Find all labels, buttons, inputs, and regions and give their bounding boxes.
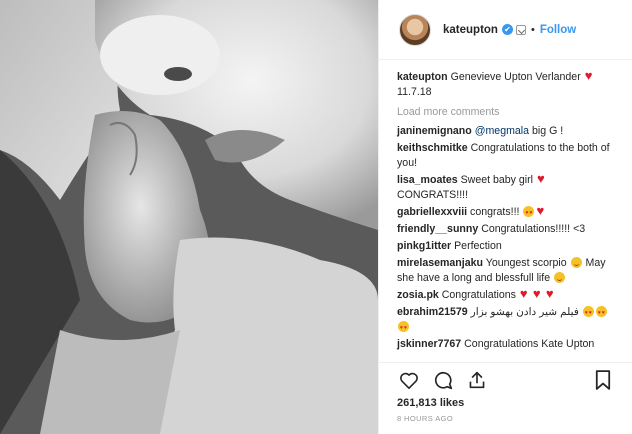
post-header: kateupton ✔ • Follow	[379, 0, 632, 60]
comment-icon[interactable]	[431, 368, 455, 392]
comment-item: pinkg1itter Perfection	[397, 239, 625, 254]
heart-eyes-emoji-icon	[595, 306, 607, 321]
heart-emoji-icon	[536, 203, 547, 218]
follow-button[interactable]: Follow	[540, 24, 576, 36]
post-actions: 261,813 likes 8 HOURS AGO	[379, 362, 632, 423]
baby-photo-image	[0, 0, 378, 434]
comment-username[interactable]: keithschmitke	[397, 142, 468, 154]
comment-item: ebrahim21579 فیلم شیر دادن بهشو بزار	[397, 305, 625, 336]
caption-text: Genevieve Upton Verlander	[450, 71, 581, 83]
smile-emoji-icon	[554, 272, 566, 283]
action-icons	[397, 363, 615, 397]
comment-item: janinemignano @megmala big G !	[397, 124, 625, 139]
comment-username[interactable]: lisa_moates	[397, 174, 458, 186]
comments-list: kateupton Genevieve Upton Verlander 11.7…	[379, 62, 632, 360]
post-timestamp[interactable]: 8 HOURS AGO	[397, 414, 615, 423]
comment-item: lisa_moates Sweet baby girl CONGRATS!!!!	[397, 171, 625, 203]
heart-eyes-emoji-icon	[582, 306, 594, 321]
comment-item: mirelasemanjaku Youngest scorpio May she…	[397, 256, 625, 286]
comment-text: فیلم شیر دادن بهشو بزار	[470, 306, 579, 318]
heart-emoji-icon	[546, 286, 557, 301]
caption-date: 11.7.18	[397, 86, 432, 98]
caption-username[interactable]: kateupton	[397, 71, 448, 83]
comment-username[interactable]: janinemignano	[397, 125, 472, 137]
comment-text: Perfection	[454, 240, 502, 252]
caption: kateupton Genevieve Upton Verlander 11.7…	[397, 68, 625, 100]
heart-emoji-icon	[533, 286, 544, 301]
load-more-comments-button[interactable]: Load more comments	[397, 106, 625, 118]
likes-count[interactable]: 261,813 likes	[397, 397, 615, 409]
comment-username[interactable]: gabriellexxviii	[397, 206, 467, 218]
instagram-post: kateupton ✔ • Follow kateupton Genevieve…	[0, 0, 632, 434]
heart-emoji-icon	[520, 286, 531, 301]
comment-text-continued: CONGRATS!!!!	[397, 189, 469, 201]
comment-username[interactable]: jskinner7767	[397, 338, 461, 350]
bookmark-icon[interactable]	[591, 368, 615, 392]
chevron-down-icon[interactable]	[515, 24, 526, 35]
comment-item: zosia.pk Congratulations	[397, 286, 625, 303]
comment-text: Congratulations Kate Upton	[464, 338, 595, 350]
share-icon[interactable]	[465, 368, 489, 392]
comment-text: big G !	[529, 125, 564, 137]
post-photo[interactable]	[0, 0, 378, 434]
comment-item: keithschmitke Congratulations to the bot…	[397, 141, 625, 171]
separator-dot: •	[530, 23, 535, 36]
heart-emoji-icon	[585, 68, 596, 83]
heart-eyes-emoji-icon	[523, 206, 535, 221]
comment-text: Youngest scorpio	[485, 257, 567, 269]
comment-username[interactable]: friendly__sunny	[397, 223, 478, 235]
comment-username[interactable]: zosia.pk	[397, 289, 439, 301]
smile-emoji-icon	[570, 257, 582, 268]
comment-item: friendly__sunny Congratulations!!!!! <3	[397, 222, 625, 237]
post-sidebar: kateupton ✔ • Follow kateupton Genevieve…	[378, 0, 632, 434]
comment-text: Congratulations!!!!! <3	[481, 223, 586, 235]
comment-username[interactable]: mirelasemanjaku	[397, 257, 483, 269]
comment-item: gabriellexxviii congrats!!!	[397, 203, 625, 221]
heart-emoji-icon	[537, 171, 548, 186]
heart-icon[interactable]	[397, 368, 421, 392]
comment-mention[interactable]: @megmala	[475, 125, 529, 137]
verified-badge-icon: ✔	[501, 24, 513, 35]
comment-username[interactable]: pinkg1itter	[397, 240, 451, 252]
comment-username[interactable]: ebrahim21579	[397, 306, 468, 318]
comment-item: jskinner7767 Congratulations Kate Upton	[397, 337, 625, 352]
username-link[interactable]: kateupton	[443, 24, 498, 36]
comment-text: Congratulations	[441, 289, 516, 301]
comment-text: congrats!!!	[470, 206, 520, 218]
heart-eyes-emoji-icon	[398, 321, 409, 336]
comment-text: Sweet baby girl	[460, 174, 534, 186]
avatar[interactable]	[399, 13, 431, 46]
